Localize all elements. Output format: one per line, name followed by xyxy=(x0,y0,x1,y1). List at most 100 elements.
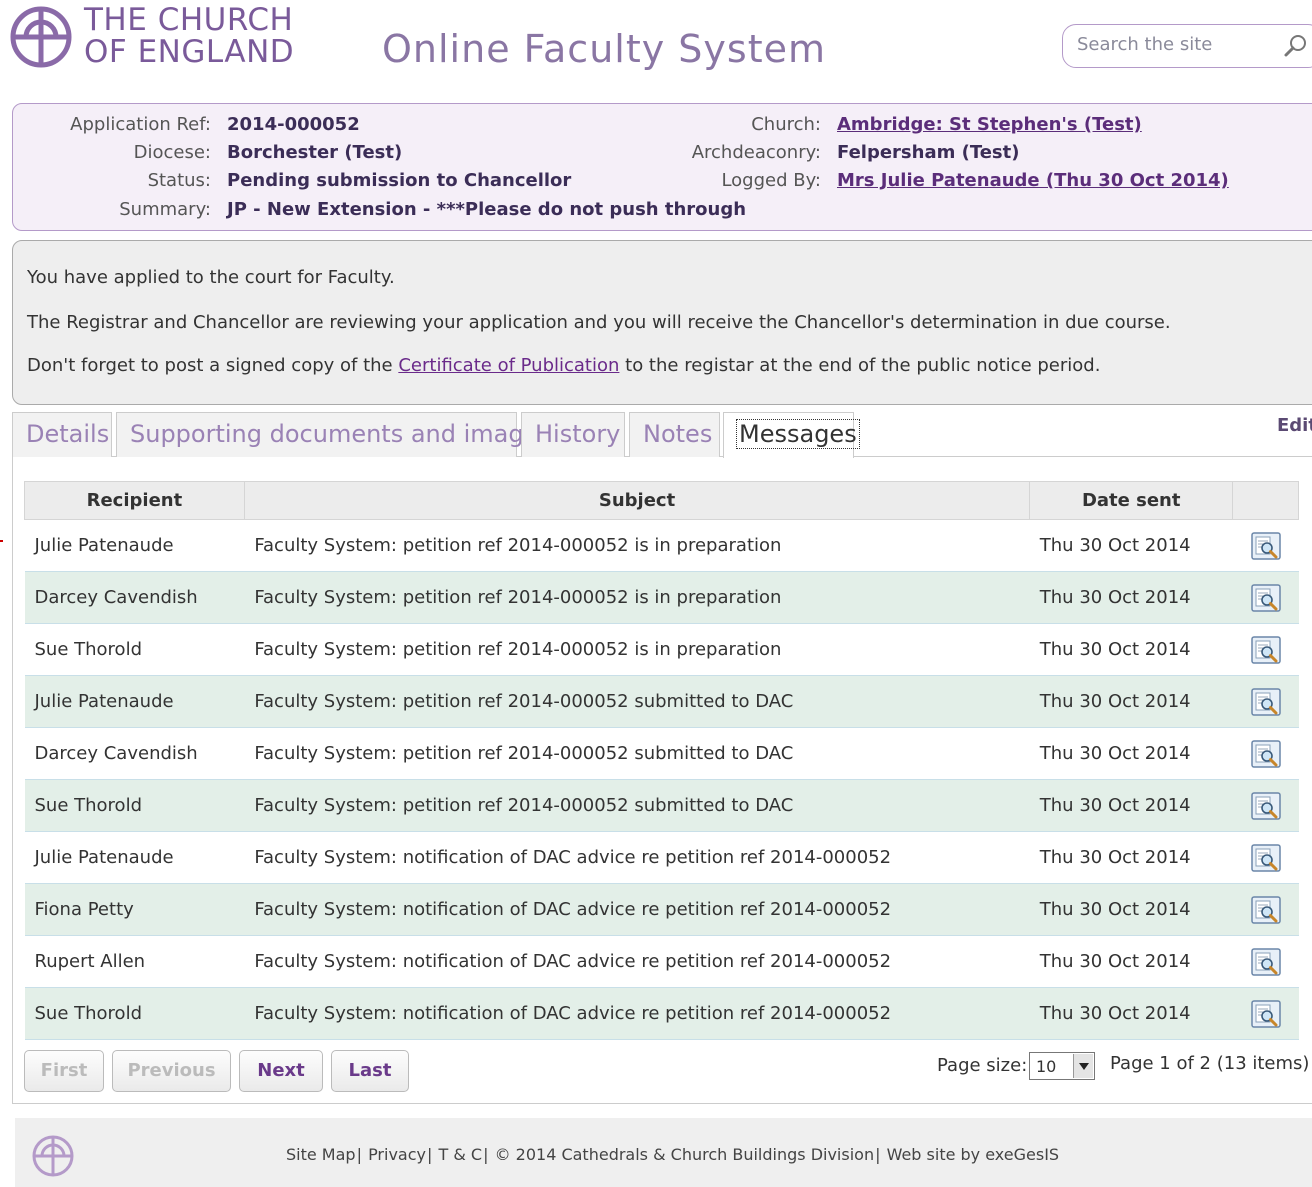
certificate-of-publication-link[interactable]: Certificate of Publication xyxy=(398,355,619,376)
diocese-label: Diocese: xyxy=(133,142,211,163)
application-ref-label: Application Ref: xyxy=(70,114,211,135)
footer-link-site-map[interactable]: Site Map xyxy=(286,1145,356,1164)
cell-date: Thu 30 Oct 2014 xyxy=(1029,519,1233,572)
view-message-icon[interactable] xyxy=(1250,999,1281,1028)
cell-recipient: Julie Patenaude xyxy=(24,675,245,728)
site-footer: Site Map| Privacy| T & C| © 2014 Cathedr… xyxy=(15,1118,1312,1187)
cell-view xyxy=(1232,831,1299,884)
summary-value: JP - New Extension - ***Please do not pu… xyxy=(227,199,747,220)
tab-messages[interactable]: Messages xyxy=(723,412,860,458)
cell-view xyxy=(1232,571,1299,624)
status-value: Pending submission to Chancellor xyxy=(227,170,572,191)
view-message-icon[interactable] xyxy=(1250,739,1281,768)
archdeaconry-value: Felpersham (Test) xyxy=(837,142,1020,163)
cell-subject: Faculty System: notification of DAC advi… xyxy=(244,987,1030,1040)
first-page-button[interactable]: First xyxy=(24,1050,104,1092)
table-row: Sue Thorold Faculty System: notification … xyxy=(24,987,1299,1040)
cell-recipient: Julie Patenaude xyxy=(24,519,245,572)
page-size-label: Page size: xyxy=(937,1055,1028,1076)
table-row: Darcey Cavendish Faculty System: petition… xyxy=(24,571,1299,624)
cell-date: Thu 30 Oct 2014 xyxy=(1029,675,1233,728)
table-row: Sue Thorold Faculty System: petition ref … xyxy=(24,623,1299,676)
cell-recipient: Darcey Cavendish xyxy=(24,727,245,780)
tab-supporting-documents[interactable]: Supporting documents and images xyxy=(116,412,551,457)
cell-subject: Faculty System: petition ref 2014-000052… xyxy=(244,675,1030,728)
chevron-down-icon[interactable] xyxy=(1073,1054,1093,1078)
archdeaconry-label: Archdeaconry: xyxy=(691,142,821,163)
edit-link[interactable]: Edit xyxy=(1277,415,1312,436)
view-message-icon[interactable] xyxy=(1250,635,1281,664)
cell-subject: Faculty System: notification of DAC advi… xyxy=(244,883,1030,936)
cell-recipient: Sue Thorold xyxy=(24,623,245,676)
cell-subject: Faculty System: petition ref 2014-000052… xyxy=(244,571,1030,624)
footer-logo-icon[interactable] xyxy=(31,1134,75,1178)
footer-links: Site Map| Privacy| T & C| © 2014 Cathedr… xyxy=(286,1145,1060,1164)
cell-recipient: Sue Thorold xyxy=(24,779,245,832)
view-message-icon[interactable] xyxy=(1250,583,1281,612)
status-line-1: You have applied to the court for Facult… xyxy=(27,267,395,288)
footer-link-terms[interactable]: T & C xyxy=(438,1145,482,1164)
logo-line1: THE CHURCH xyxy=(84,2,294,38)
cell-view xyxy=(1232,623,1299,676)
status-label: Status: xyxy=(147,170,211,191)
page-size-select[interactable]: 10 xyxy=(1029,1052,1095,1080)
column-header-date-sent[interactable]: Date sent xyxy=(1029,481,1234,520)
cell-date: Thu 30 Oct 2014 xyxy=(1029,779,1233,832)
view-message-icon[interactable] xyxy=(1250,843,1281,872)
cell-view xyxy=(1232,883,1299,936)
logo-line2: OF ENGLAND xyxy=(84,34,295,70)
cell-recipient: Sue Thorold xyxy=(24,987,245,1040)
site-header: THE CHURCH OF ENGLAND Online Faculty Sys… xyxy=(0,0,1312,100)
view-message-icon[interactable] xyxy=(1250,531,1281,560)
footer-link-exegesis[interactable]: Web site by exeGesIS xyxy=(887,1145,1060,1164)
column-header-subject[interactable]: Subject xyxy=(243,481,1031,520)
tab-notes[interactable]: Notes xyxy=(629,412,720,457)
cell-recipient: Darcey Cavendish xyxy=(24,571,245,624)
status-line-2: The Registrar and Chancellor are reviewi… xyxy=(27,312,1171,333)
cell-view xyxy=(1232,935,1299,988)
cell-view xyxy=(1232,779,1299,832)
footer-link-privacy[interactable]: Privacy xyxy=(368,1145,426,1164)
last-page-button[interactable]: Last xyxy=(331,1050,409,1092)
view-message-icon[interactable] xyxy=(1250,687,1281,716)
next-page-button[interactable]: Next xyxy=(239,1050,323,1092)
table-row: Julie Patenaude Faculty System: notificat… xyxy=(24,831,1299,884)
view-message-icon[interactable] xyxy=(1250,895,1281,924)
logo-text[interactable]: THE CHURCH OF ENGLAND xyxy=(84,4,294,68)
table-row: Sue Thorold Faculty System: petition ref … xyxy=(24,779,1299,832)
status-line-3-pre: Don't forget to post a signed copy of th… xyxy=(27,355,399,376)
search-box xyxy=(1062,24,1312,68)
cell-view xyxy=(1232,675,1299,728)
previous-page-button[interactable]: Previous xyxy=(112,1050,231,1092)
search-input[interactable] xyxy=(1077,34,1267,55)
logged-by-link[interactable]: Mrs Julie Patenaude (Thu 30 Oct 2014) xyxy=(837,170,1229,191)
status-line-3: Don't forget to post a signed copy of th… xyxy=(27,355,1100,376)
cell-recipient: Rupert Allen xyxy=(24,935,245,988)
church-link[interactable]: Ambridge: St Stephen's (Test) xyxy=(837,114,1142,135)
cell-subject: Faculty System: petition ref 2014-000052… xyxy=(244,623,1030,676)
tab-details[interactable]: Details xyxy=(12,412,112,457)
tab-bar: Details Supporting documents and images … xyxy=(12,412,1312,458)
cell-subject: Faculty System: petition ref 2014-000052… xyxy=(244,727,1030,780)
cell-view xyxy=(1232,519,1299,572)
cell-subject: Faculty System: petition ref 2014-000052… xyxy=(244,779,1030,832)
search-icon[interactable] xyxy=(1283,33,1309,59)
cell-date: Thu 30 Oct 2014 xyxy=(1029,883,1233,936)
cell-date: Thu 30 Oct 2014 xyxy=(1029,727,1233,780)
cell-recipient: Fiona Petty xyxy=(24,883,245,936)
view-message-icon[interactable] xyxy=(1250,791,1281,820)
page-info: Page 1 of 2 (13 items) xyxy=(1110,1053,1310,1074)
table-row: Darcey Cavendish Faculty System: petition… xyxy=(24,727,1299,780)
table-row: Julie Patenaude Faculty System: petition … xyxy=(24,675,1299,728)
cell-view xyxy=(1232,987,1299,1040)
table-row: Fiona Petty Faculty System: notification … xyxy=(24,883,1299,936)
view-message-icon[interactable] xyxy=(1250,947,1281,976)
church-of-england-logo-icon[interactable] xyxy=(10,6,72,68)
cell-date: Thu 30 Oct 2014 xyxy=(1029,623,1233,676)
summary-label: Summary: xyxy=(119,199,211,220)
cell-date: Thu 30 Oct 2014 xyxy=(1029,831,1233,884)
footer-copyright: © 2014 Cathedrals & Church Buildings Div… xyxy=(494,1145,875,1164)
tab-history[interactable]: History xyxy=(521,412,625,457)
tab-messages-label: Messages xyxy=(736,419,860,449)
column-header-recipient[interactable]: Recipient xyxy=(24,481,245,520)
